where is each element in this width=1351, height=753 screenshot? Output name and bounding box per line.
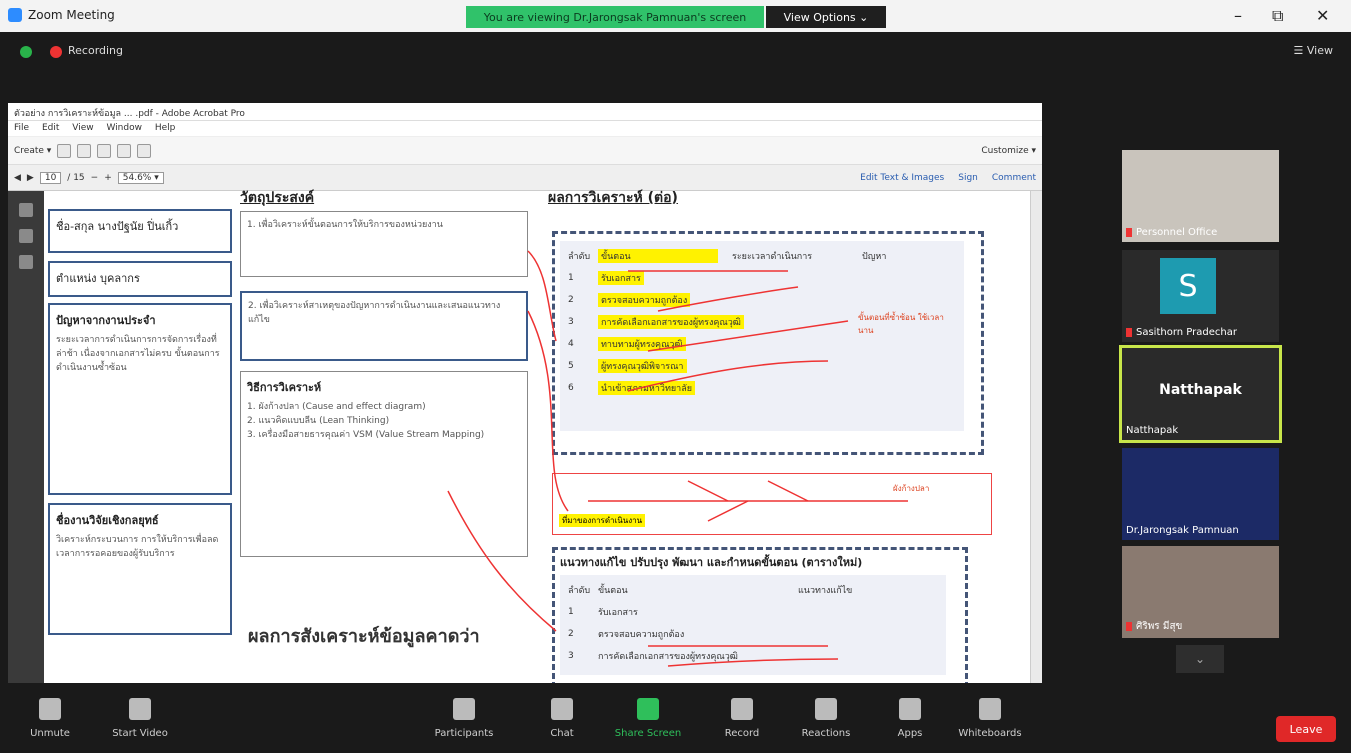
comment-button[interactable]: Comment (992, 173, 1036, 183)
page-number-input[interactable]: 10 (39, 171, 62, 184)
save-icon[interactable] (77, 143, 92, 158)
share-screen-icon (637, 698, 659, 720)
video-camera-icon (129, 698, 151, 720)
acrobat-toolbar: Create ▾ Customize ▾ (8, 137, 1042, 165)
participant-tile[interactable]: Dr.Jarongsak Pamnuan (1122, 448, 1279, 540)
view-button[interactable]: ☰ View (1294, 44, 1333, 57)
next-page-icon[interactable]: ▶ (27, 173, 34, 183)
restore-button[interactable]: ⧉ (1272, 6, 1283, 26)
app-title: Zoom Meeting (8, 8, 115, 22)
menu-view[interactable]: View (72, 123, 93, 133)
reactions-icon (815, 698, 837, 720)
pen-annotations (447, 250, 908, 667)
whiteboards-button[interactable]: Whiteboards (950, 698, 1030, 739)
zoom-select[interactable]: 54.6% ▾ (117, 171, 164, 184)
acrobat-title: ตัวอย่าง การวิเคราะห์ข้อมูล ... .pdf - A… (8, 103, 1042, 121)
record-button[interactable]: Record (702, 698, 782, 739)
sign-button[interactable]: Sign (958, 173, 978, 183)
menu-file[interactable]: File (14, 123, 29, 133)
whiteboard-icon (979, 698, 1001, 720)
record-icon (731, 698, 753, 720)
zoom-logo-icon (8, 8, 22, 22)
zoom-in-icon[interactable]: + (104, 173, 112, 183)
window-titlebar: Zoom Meeting You are viewing Dr.Jarongsa… (0, 0, 1351, 32)
participant-tile[interactable]: ศิริพร มีสุข (1122, 546, 1279, 638)
meeting-toolbar: Unmute Start Video Participants Chat Sha… (0, 690, 1351, 753)
sharing-banner: You are viewing Dr.Jarongsak Pamnuan's s… (466, 6, 764, 28)
microphone-icon (39, 698, 61, 720)
recording-label[interactable]: Recording (68, 44, 123, 57)
customize-dropdown[interactable]: Customize ▾ (981, 146, 1036, 156)
security-shield-icon[interactable] (20, 46, 32, 58)
participant-tile[interactable]: Personnel Office (1122, 150, 1279, 242)
reactions-button[interactable]: Reactions (786, 698, 866, 739)
email-icon[interactable] (117, 143, 132, 158)
start-video-button[interactable]: Start Video (100, 698, 180, 739)
participant-tile-active[interactable]: Natthapak Natthapak (1119, 345, 1282, 443)
menu-edit[interactable]: Edit (42, 123, 59, 133)
acrobat-menu: File Edit View Window Help (8, 121, 1042, 137)
share-screen-button[interactable]: Share Screen (608, 698, 688, 739)
muted-mic-icon (1126, 227, 1132, 237)
chat-button[interactable]: Chat (522, 698, 602, 739)
apps-button[interactable]: Apps (870, 698, 950, 739)
prev-page-icon[interactable]: ◀ (14, 173, 21, 183)
participant-name: Natthapak (1126, 425, 1179, 436)
participant-tile[interactable]: S Sasithorn Pradechar (1122, 250, 1279, 342)
menu-window[interactable]: Window (106, 123, 142, 133)
minimize-button[interactable]: – (1234, 6, 1242, 25)
zoom-out-icon[interactable]: − (91, 173, 99, 183)
participant-name: ศิริพร มีสุข (1126, 619, 1182, 634)
print-icon[interactable] (97, 143, 112, 158)
apps-icon (899, 698, 921, 720)
participants-icon (453, 698, 475, 720)
muted-mic-icon (1126, 621, 1132, 631)
muted-mic-icon (1126, 327, 1132, 337)
window-title: Zoom Meeting (28, 8, 115, 22)
page-total: / 15 (67, 172, 85, 183)
vertical-scrollbar[interactable] (1030, 191, 1042, 683)
close-button[interactable]: ✕ (1316, 6, 1329, 25)
participants-button[interactable]: Participants (424, 698, 504, 739)
shared-screen: ตัวอย่าง การวิเคราะห์ข้อมูล ... .pdf - A… (8, 103, 1042, 683)
edit-text-button[interactable]: Edit Text & Images (860, 173, 944, 183)
meeting-topbar: Recording ☰ View (0, 32, 1351, 72)
recording-icon (50, 46, 62, 58)
unmute-button[interactable]: Unmute (10, 698, 90, 739)
acrobat-navbar: ◀ ▶ 10 / 15 − + 54.6% ▾ Edit Text & Imag… (8, 165, 1042, 191)
pdf-page[interactable]: วัตถุประสงค์ ผลการวิเคราะห์ (ต่อ) ชื่อ-ส… (8, 190, 1042, 683)
menu-help[interactable]: Help (155, 123, 176, 133)
participant-name: Personnel Office (1126, 227, 1217, 238)
open-icon[interactable] (57, 143, 72, 158)
view-options-button[interactable]: View Options ⌄ (766, 6, 886, 28)
chevron-down-icon[interactable]: ⌄ (1176, 645, 1224, 673)
settings-icon[interactable] (137, 143, 152, 158)
participant-center-name: Natthapak (1159, 382, 1242, 398)
leave-button[interactable]: Leave (1276, 716, 1336, 742)
avatar: S (1160, 258, 1216, 314)
chat-icon (551, 698, 573, 720)
create-button[interactable]: Create ▾ (14, 146, 51, 156)
participant-name: Sasithorn Pradechar (1126, 327, 1237, 338)
participant-name: Dr.Jarongsak Pamnuan (1126, 525, 1239, 536)
